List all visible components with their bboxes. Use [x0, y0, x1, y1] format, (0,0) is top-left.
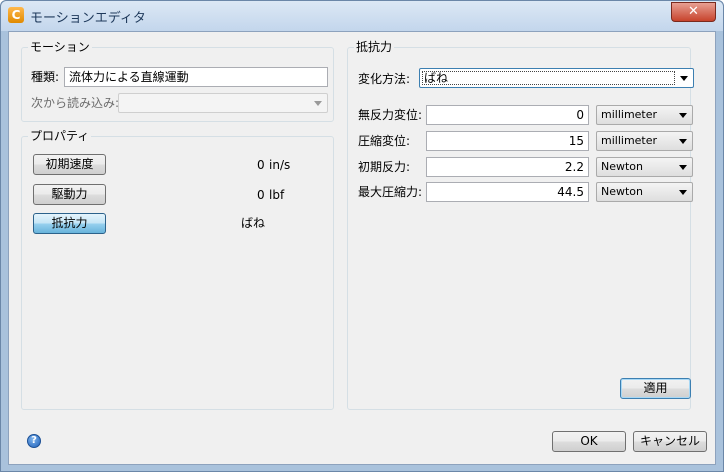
- dialog-body: モーション 種類: 流体力による直線運動 次から読み込み: プロパティ 初期速度…: [8, 31, 716, 465]
- free-length-unit: millimeter: [601, 108, 658, 121]
- free-length-label: 無反力変位:: [358, 108, 423, 122]
- load-from-dropdown[interactable]: [118, 93, 328, 113]
- motion-type-label: 種類:: [31, 70, 60, 84]
- driving-force-button[interactable]: 駆動力: [33, 184, 106, 205]
- properties-group-label: プロパティ: [28, 129, 92, 143]
- resistance-group-label: 抵抗力: [354, 40, 395, 54]
- resistance-group: 抵抗力 変化方法: ばね 無反力変位: 0 millimeter 圧縮変位: 1…: [347, 40, 694, 410]
- chevron-down-icon: [314, 101, 322, 106]
- chevron-down-icon: [679, 190, 687, 195]
- initial-force-label: 初期反力:: [358, 160, 411, 174]
- compression-label: 圧縮変位:: [358, 134, 411, 148]
- chevron-down-icon: [680, 76, 688, 81]
- cancel-button[interactable]: キャンセル: [633, 431, 707, 452]
- help-icon[interactable]: ?: [27, 434, 41, 448]
- initial-force-unit: Newton: [601, 160, 644, 173]
- compression-field[interactable]: 15: [426, 131, 589, 151]
- method-dropdown[interactable]: ばね: [419, 68, 694, 88]
- free-length-unit-dropdown[interactable]: millimeter: [596, 105, 693, 125]
- resistance-button[interactable]: 抵抗力: [33, 213, 106, 234]
- motion-group-label: モーション: [28, 40, 92, 54]
- chevron-down-icon: [679, 139, 687, 144]
- initial-force-field[interactable]: 2.2: [426, 157, 589, 177]
- initial-velocity-button[interactable]: 初期速度: [33, 154, 106, 175]
- chevron-down-icon: [679, 165, 687, 170]
- motion-group: モーション 種類: 流体力による直線運動 次から読み込み:: [21, 40, 334, 122]
- compression-unit: millimeter: [601, 134, 658, 147]
- close-button[interactable]: ✕: [671, 2, 716, 22]
- properties-group: プロパティ 初期速度 0 in/s 駆動力 0 lbf 抵抗力 ばね: [21, 129, 334, 410]
- ok-button[interactable]: OK: [552, 431, 626, 452]
- window-title: モーションエディタ: [30, 11, 146, 26]
- load-from-label: 次から読み込み:: [31, 96, 120, 110]
- motion-editor-window: C モーションエディタ ✕ モーション 種類: 流体力による直線運動 次から読み…: [0, 0, 724, 472]
- method-label: 変化方法:: [358, 72, 411, 86]
- max-force-field[interactable]: 44.5: [426, 182, 589, 202]
- app-icon: C: [8, 7, 24, 23]
- initial-force-unit-dropdown[interactable]: Newton: [596, 157, 693, 177]
- motion-type-field[interactable]: 流体力による直線運動: [64, 67, 328, 87]
- max-force-unit: Newton: [601, 185, 644, 198]
- initial-velocity-unit: in/s: [269, 158, 291, 172]
- max-force-label: 最大圧縮力:: [358, 185, 423, 199]
- apply-button[interactable]: 適用: [620, 378, 691, 399]
- driving-force-value: 0: [257, 188, 265, 202]
- title-bar[interactable]: C モーションエディタ ✕: [1, 1, 723, 31]
- driving-force-unit: lbf: [269, 188, 285, 202]
- chevron-down-icon: [679, 113, 687, 118]
- max-force-unit-dropdown[interactable]: Newton: [596, 182, 693, 202]
- method-value: ばね: [424, 71, 449, 85]
- compression-unit-dropdown[interactable]: millimeter: [596, 131, 693, 151]
- resistance-value: ばね: [241, 216, 266, 230]
- initial-velocity-value: 0: [257, 158, 265, 172]
- free-length-field[interactable]: 0: [426, 105, 589, 125]
